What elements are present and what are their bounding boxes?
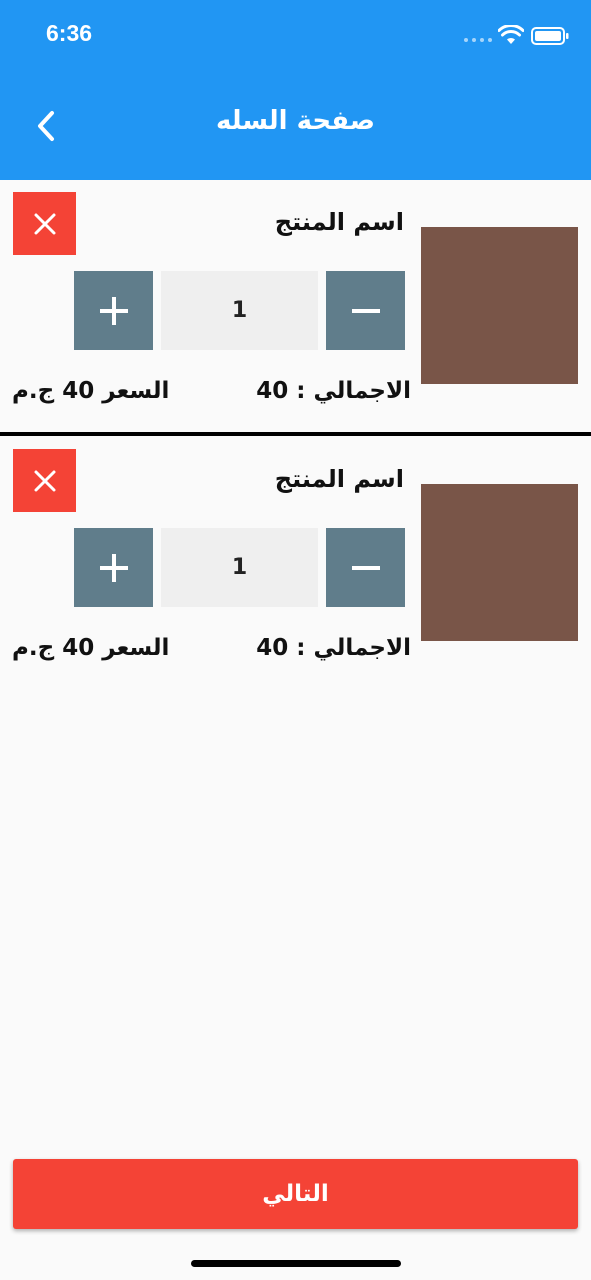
decrease-quantity-button[interactable] bbox=[326, 271, 405, 350]
next-button[interactable]: التالي bbox=[13, 1159, 578, 1229]
close-icon bbox=[34, 213, 55, 234]
page-title: صفحة السله bbox=[216, 106, 375, 136]
plus-icon bbox=[99, 553, 128, 582]
cart-item: اسم المنتج 1 السعر 40 ج.م الاجمالي : 40 bbox=[0, 437, 591, 682]
product-name: اسم المنتج bbox=[274, 208, 404, 236]
item-total: الاجمالي : 40 bbox=[256, 635, 411, 661]
minus-icon bbox=[351, 308, 380, 313]
home-indicator bbox=[191, 1260, 401, 1267]
status-time: 6:36 bbox=[46, 20, 93, 46]
remove-item-button[interactable] bbox=[13, 192, 76, 255]
increase-quantity-button[interactable] bbox=[74, 528, 153, 607]
minus-icon bbox=[351, 565, 380, 570]
product-name: اسم المنتج bbox=[274, 465, 404, 493]
wifi-icon bbox=[498, 25, 524, 44]
app-bar: 6:36 صفحة السله bbox=[0, 0, 591, 180]
decrease-quantity-button[interactable] bbox=[326, 528, 405, 607]
quantity-field[interactable]: 1 bbox=[161, 528, 318, 607]
product-image bbox=[421, 484, 578, 641]
plus-icon bbox=[99, 296, 128, 325]
cart-item: اسم المنتج 1 السعر 40 ج.م الاجمالي : 40 bbox=[0, 180, 591, 425]
close-icon bbox=[34, 470, 55, 491]
item-total: الاجمالي : 40 bbox=[256, 378, 411, 404]
signal-icon bbox=[464, 38, 492, 42]
unit-price: السعر 40 ج.م bbox=[12, 378, 170, 404]
battery-icon bbox=[531, 27, 569, 45]
increase-quantity-button[interactable] bbox=[74, 271, 153, 350]
divider bbox=[0, 432, 591, 436]
remove-item-button[interactable] bbox=[13, 449, 76, 512]
unit-price: السعر 40 ج.م bbox=[12, 635, 170, 661]
product-image bbox=[421, 227, 578, 384]
quantity-field[interactable]: 1 bbox=[161, 271, 318, 350]
